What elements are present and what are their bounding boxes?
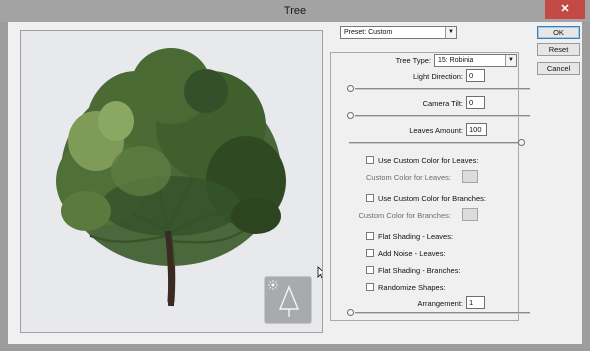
- mouse-pointer-icon: [317, 266, 322, 279]
- title-bar: Tree ✕: [0, 0, 590, 22]
- tree-thumbnail-button[interactable]: [264, 276, 312, 324]
- ok-button[interactable]: OK: [537, 26, 580, 39]
- camera-tilt-label: Camera Tilt:: [422, 99, 463, 108]
- camera-tilt-slider[interactable]: [355, 115, 530, 117]
- arrangement-slider-knob[interactable]: [347, 309, 354, 316]
- light-direction-input[interactable]: 0: [466, 69, 485, 82]
- leaves-amount-label: Leaves Amount:: [409, 126, 463, 135]
- light-direction-slider[interactable]: [355, 88, 530, 90]
- arrangement-slider[interactable]: [355, 312, 530, 314]
- flat-shading-leaves-label: Flat Shading - Leaves:: [378, 232, 454, 241]
- cancel-button[interactable]: Cancel: [537, 62, 580, 75]
- custom-leaves-checkbox[interactable]: [366, 156, 374, 164]
- chevron-down-icon: ▼: [505, 55, 516, 66]
- camera-tilt-slider-knob[interactable]: [347, 112, 354, 119]
- arrangement-label: Arrangement:: [417, 299, 463, 308]
- add-noise-leaves-checkbox[interactable]: [366, 249, 374, 257]
- leaves-amount-slider-knob[interactable]: [518, 139, 525, 146]
- camera-tilt-input[interactable]: 0: [466, 96, 485, 109]
- preset-value: Preset: Custom: [344, 29, 393, 36]
- reset-button[interactable]: Reset: [537, 43, 580, 56]
- custom-branches-color-label: Custom Color for Branches:: [358, 211, 451, 220]
- custom-branches-checkbox-label: Use Custom Color for Branches:: [378, 194, 486, 203]
- flat-shading-branches-checkbox[interactable]: [366, 266, 374, 274]
- flat-shading-branches-label: Flat Shading - Branches:: [378, 266, 461, 275]
- tree-type-dropdown[interactable]: 15: Robinia ▼: [434, 54, 517, 67]
- light-direction-label: Light Direction:: [412, 72, 463, 81]
- close-icon: ✕: [560, 3, 570, 15]
- light-source-icon: [268, 280, 278, 290]
- tree-type-value: 15: Robinia: [438, 57, 474, 64]
- custom-leaves-color-swatch[interactable]: [462, 170, 478, 183]
- leaves-amount-input[interactable]: 100: [466, 123, 487, 136]
- light-direction-slider-knob[interactable]: [347, 85, 354, 92]
- tree-dialog: Preset: Custom ▼ Tree Type: 15: Robinia …: [8, 22, 582, 344]
- tree-type-label: Tree Type:: [395, 56, 431, 65]
- flat-shading-leaves-checkbox[interactable]: [366, 232, 374, 240]
- tree-settings-panel: Tree Type: 15: Robinia ▼ Light Direction…: [330, 52, 530, 321]
- custom-branches-checkbox[interactable]: [366, 194, 374, 202]
- tree-lower-trunk: [165, 230, 175, 307]
- randomize-shapes-checkbox[interactable]: [366, 283, 374, 291]
- arrangement-input[interactable]: 1: [466, 296, 485, 309]
- preset-dropdown[interactable]: Preset: Custom ▼: [340, 26, 457, 39]
- add-noise-leaves-label: Add Noise - Leaves:: [378, 249, 446, 258]
- leaves-amount-slider[interactable]: [349, 142, 524, 144]
- close-button[interactable]: ✕: [545, 0, 585, 19]
- custom-leaves-color-label: Custom Color for Leaves:: [365, 173, 451, 182]
- window-title: Tree: [283, 5, 307, 17]
- custom-branches-color-swatch[interactable]: [462, 208, 478, 221]
- tree-preview: [20, 30, 323, 333]
- chevron-down-icon: ▼: [445, 27, 456, 38]
- randomize-shapes-label: Randomize Shapes:: [378, 283, 446, 292]
- custom-leaves-checkbox-label: Use Custom Color for Leaves:: [378, 156, 479, 165]
